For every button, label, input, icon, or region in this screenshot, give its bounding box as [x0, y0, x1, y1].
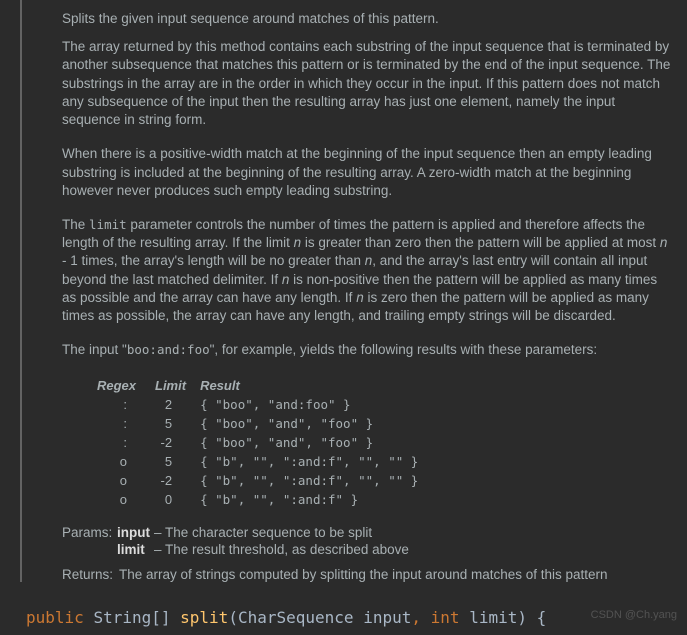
table-row: :-2{ "boo", "and", "foo" } — [97, 433, 432, 452]
param-desc: – The character sequence to be split — [154, 525, 671, 540]
code-literal: limit — [89, 217, 127, 232]
cell-limit: 2 — [155, 395, 200, 414]
brace-open: { — [537, 608, 547, 627]
cell-limit: -2 — [155, 471, 200, 490]
keyword-public: public — [26, 608, 84, 627]
cell-regex: : — [97, 433, 155, 452]
cell-regex: o — [97, 471, 155, 490]
params-label: Params: — [62, 525, 117, 540]
return-type: String[] — [93, 608, 170, 627]
cell-regex: : — [97, 395, 155, 414]
param-name: limit — [117, 542, 150, 557]
limit-paragraph: The limit parameter controls the number … — [62, 216, 671, 325]
text: is greater than zero then the pattern wi… — [301, 235, 660, 250]
example-intro: The input "boo:and:foo", for example, yi… — [62, 341, 671, 359]
params-section: Params: input – The character sequence t… — [62, 525, 671, 557]
description-paragraph-2: When there is a positive-width match at … — [62, 145, 671, 200]
cell-limit: 5 — [155, 414, 200, 433]
cell-result: { "boo", "and", "foo" } — [200, 414, 432, 433]
var-n: n — [294, 235, 302, 250]
summary: Splits the given input sequence around m… — [62, 10, 671, 28]
description-paragraph-1: The array returned by this method contai… — [62, 38, 671, 129]
header-result: Result — [200, 376, 432, 395]
text: The input " — [62, 342, 127, 357]
returns-desc: The array of strings computed by splitti… — [119, 567, 608, 582]
returns-section: Returns: The array of strings computed b… — [62, 567, 671, 582]
cell-regex: o — [97, 452, 155, 471]
returns-label: Returns: — [62, 567, 113, 582]
text: - 1 times, the array's length will be no… — [62, 253, 365, 268]
cell-result: { "b", "", ":and:f" } — [200, 490, 432, 509]
table-row: :2{ "boo", "and:foo" } — [97, 395, 432, 414]
param-type: CharSequence — [238, 608, 354, 627]
table-header-row: Regex Limit Result — [97, 376, 432, 395]
param-desc: – The result threshold, as described abo… — [154, 542, 671, 557]
text: The — [62, 217, 89, 232]
var-n: n — [660, 235, 668, 250]
cell-result: { "b", "", ":and:f", "", "" } — [200, 471, 432, 490]
cell-limit: -2 — [155, 433, 200, 452]
paren-close: ) — [517, 608, 527, 627]
var-n: n — [356, 290, 364, 305]
param-name: input — [117, 525, 150, 540]
keyword-int: int — [431, 608, 460, 627]
cell-limit: 5 — [155, 452, 200, 471]
header-regex: Regex — [97, 376, 155, 395]
header-limit: Limit — [155, 376, 200, 395]
table-row: o5{ "b", "", ":and:f", "", "" } — [97, 452, 432, 471]
table-row: o-2{ "b", "", ":and:f", "", "" } — [97, 471, 432, 490]
cell-result: { "b", "", ":and:f", "", "" } — [200, 452, 432, 471]
code-literal: boo:and:foo — [127, 342, 210, 357]
table-row: :5{ "boo", "and", "foo" } — [97, 414, 432, 433]
method-name: split — [180, 608, 228, 627]
cell-regex: : — [97, 414, 155, 433]
param-name: input — [363, 608, 411, 627]
cell-regex: o — [97, 490, 155, 509]
results-table: Regex Limit Result :2{ "boo", "and:foo" … — [97, 376, 432, 509]
method-signature: public String[] split(CharSequence input… — [0, 600, 687, 635]
text: ", for example, yields the following res… — [210, 342, 597, 357]
table-row: o0{ "b", "", ":and:f" } — [97, 490, 432, 509]
paren-open: ( — [228, 608, 238, 627]
cell-result: { "boo", "and", "foo" } — [200, 433, 432, 452]
comma: , — [411, 608, 421, 627]
cell-limit: 0 — [155, 490, 200, 509]
watermark: CSDN @Ch.yang — [591, 609, 677, 621]
param-name: limit — [469, 608, 517, 627]
cell-result: { "boo", "and:foo" } — [200, 395, 432, 414]
javadoc-block: Splits the given input sequence around m… — [20, 0, 687, 582]
